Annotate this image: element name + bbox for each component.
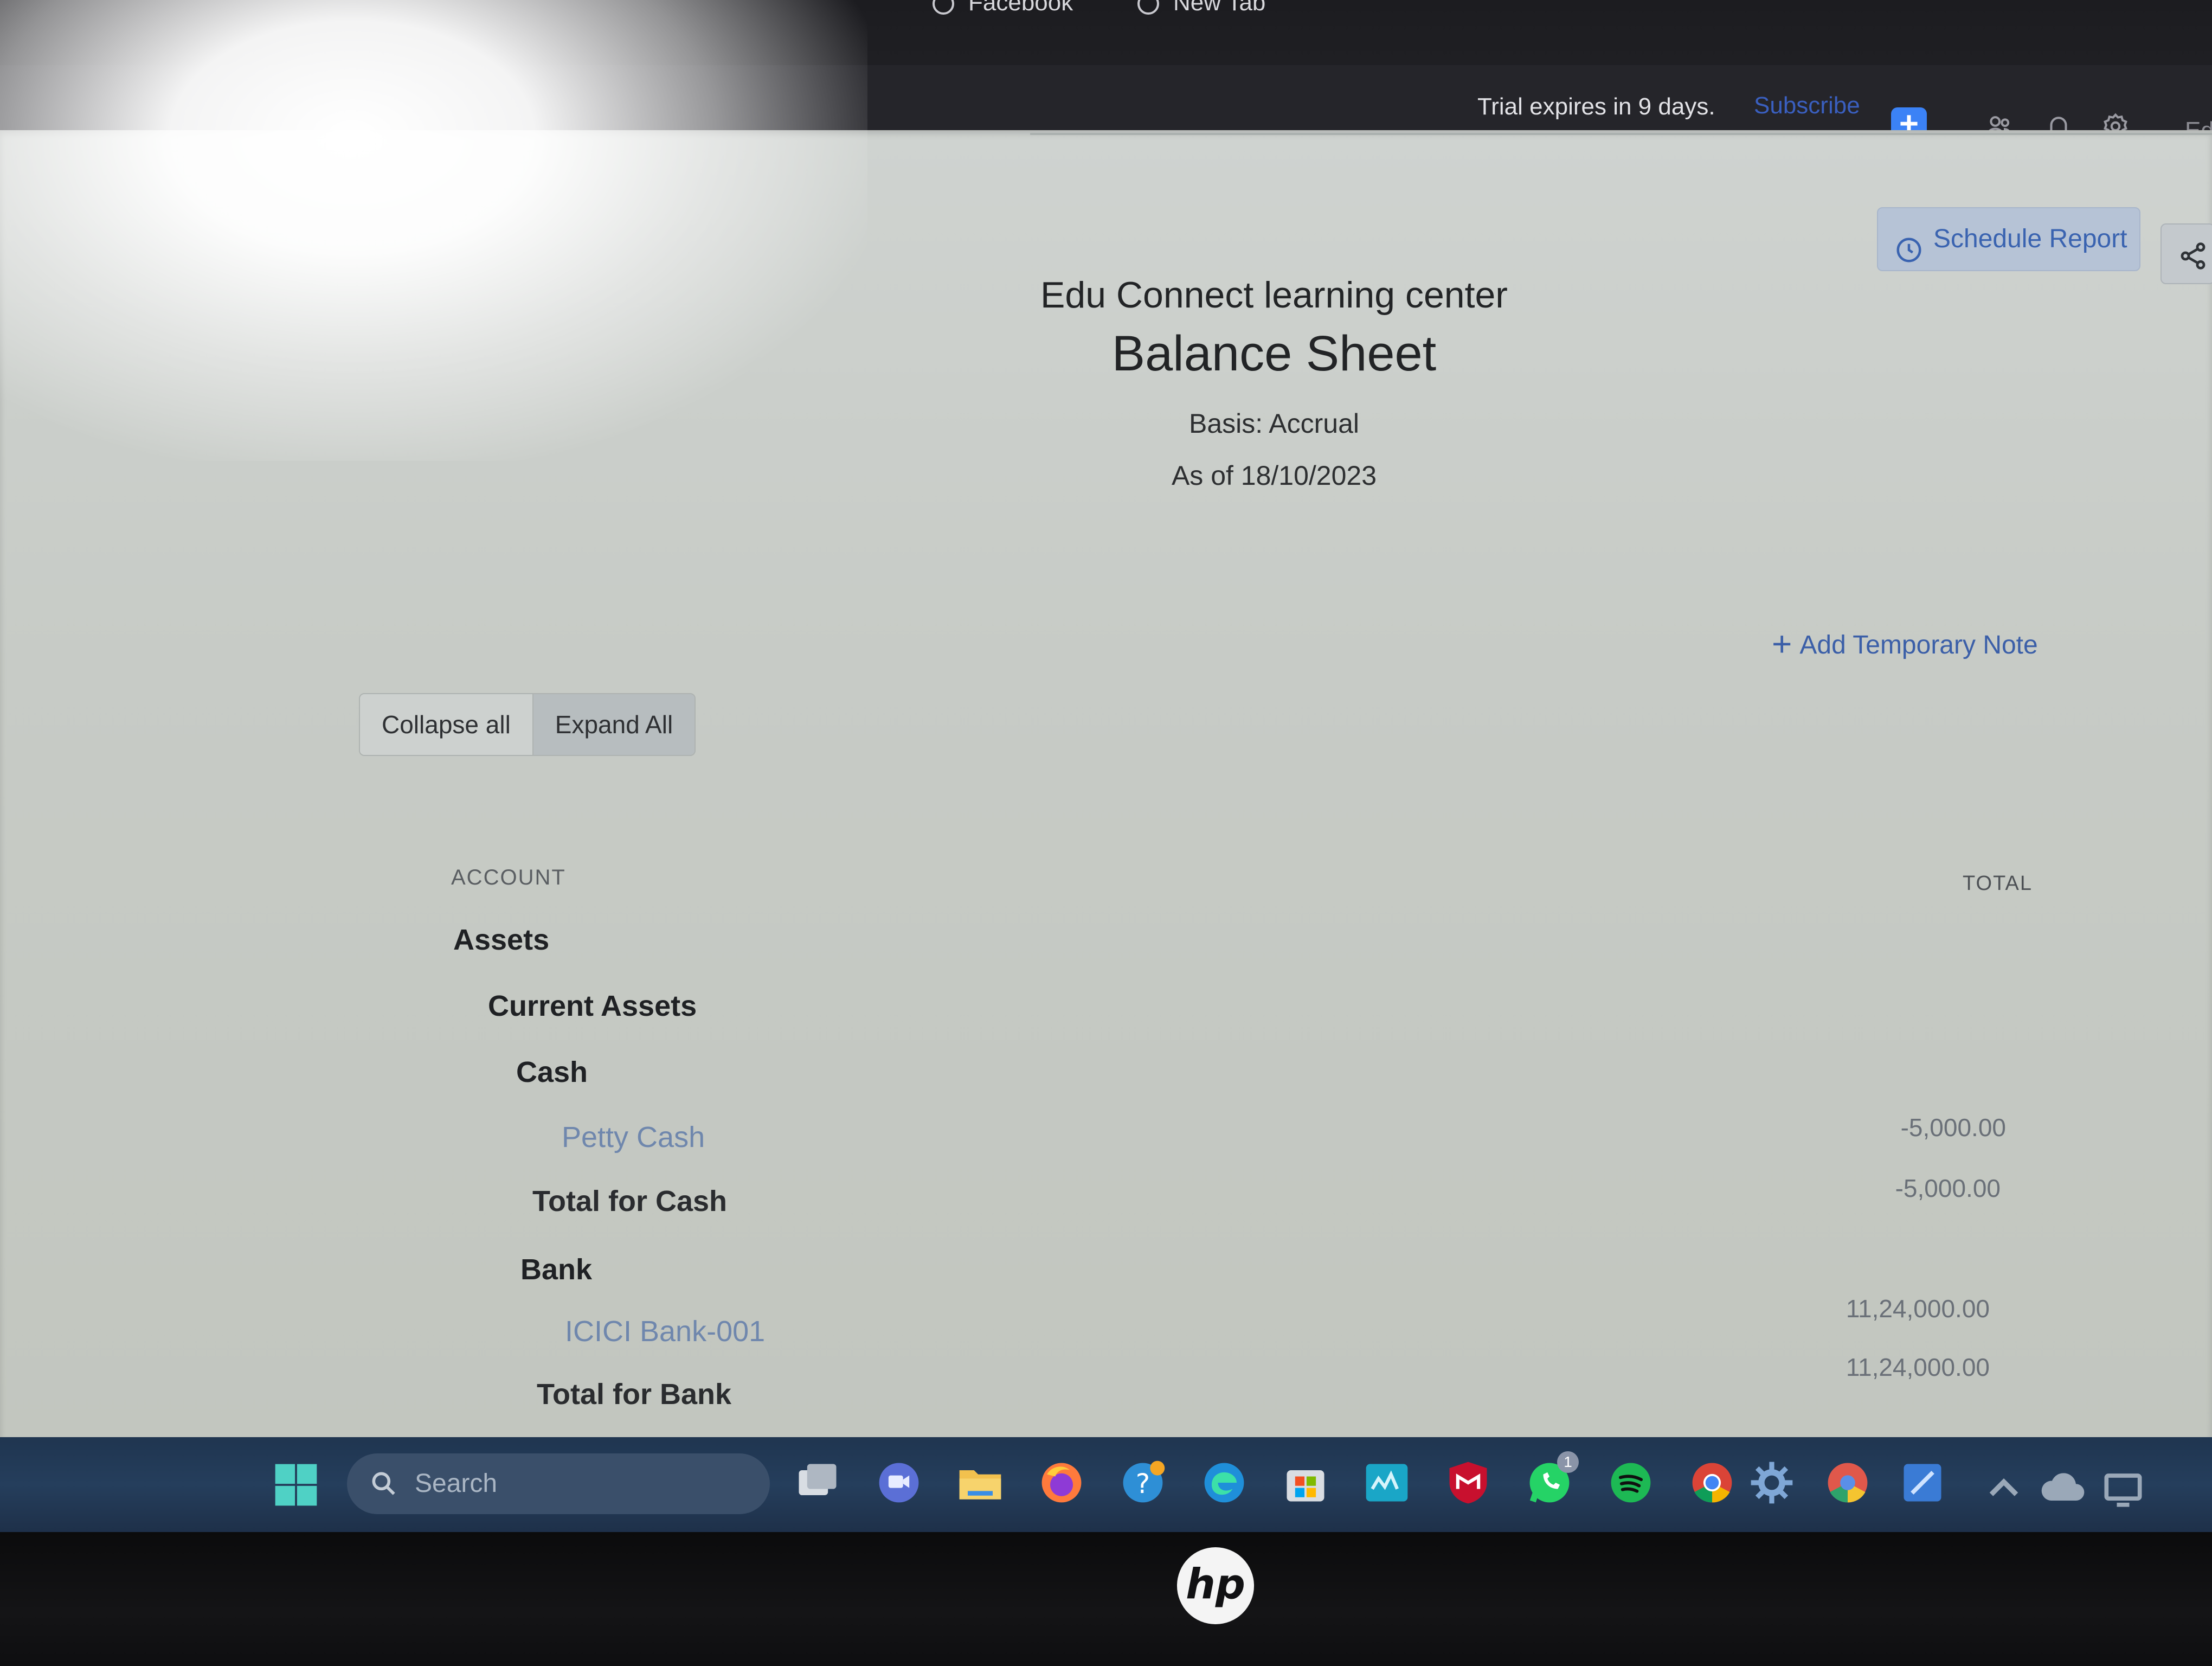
plus-icon: +: [1772, 624, 1792, 663]
column-header-total: TOTAL: [1963, 872, 2033, 895]
account-link-petty-cash[interactable]: Petty Cash: [562, 1120, 705, 1154]
clock-icon: [1894, 226, 1924, 262]
mylo-app-icon[interactable]: [1362, 1458, 1412, 1508]
teams-chat-icon[interactable]: [874, 1458, 924, 1508]
microsoft-store-icon[interactable]: [1281, 1458, 1330, 1508]
report-date: As of 18/10/2023: [1171, 460, 1377, 491]
expand-all-button[interactable]: Expand All: [533, 694, 695, 755]
whatsapp-icon[interactable]: 1: [1525, 1451, 1579, 1508]
row-total-for-cash: Total for Cash: [532, 1185, 728, 1218]
report-basis: Basis: Accrual: [1188, 408, 1359, 439]
column-header-account: ACCOUNT: [451, 866, 566, 889]
amount-petty-cash: -5,000.00: [1900, 1113, 2006, 1142]
amount-total-bank: 11,24,000.00: [1846, 1353, 1990, 1381]
toolbar-divider: [1030, 133, 2212, 135]
search-placeholder: Search: [415, 1469, 498, 1498]
windows-start-button[interactable]: [271, 1460, 321, 1510]
svg-text:?: ?: [1136, 1468, 1150, 1500]
taskbar-search-box[interactable]: Search: [347, 1453, 770, 1514]
account-link-icici-bank[interactable]: ICICI Bank-001: [565, 1315, 765, 1348]
network-icon[interactable]: [2098, 1463, 2142, 1507]
file-explorer-icon[interactable]: [955, 1458, 1005, 1508]
share-icon: [2181, 242, 2205, 270]
row-cash[interactable]: Cash: [516, 1055, 588, 1089]
monitor-bezel: [0, 1532, 2212, 1666]
cloud-icon[interactable]: [2039, 1463, 2085, 1501]
row-total-for-bank: Total for Bank: [537, 1378, 732, 1411]
browser-tab-new-tab[interactable]: New Tab: [1137, 0, 1265, 22]
windows-taskbar: Search ? 1: [0, 1437, 2212, 1532]
add-temporary-note-button[interactable]: + Add Temporary Note: [1772, 624, 2038, 664]
spotify-icon[interactable]: [1606, 1458, 1656, 1508]
chrome-profile-icon[interactable]: [1823, 1458, 1873, 1508]
settings-icon[interactable]: [1747, 1458, 1797, 1508]
organization-name: Edu Connect learning center: [1040, 274, 1508, 316]
collapse-all-button[interactable]: Collapse all: [360, 694, 533, 755]
expand-collapse-toggle: Collapse all Expand All: [359, 693, 696, 756]
svg-text:hp: hp: [1186, 1561, 1245, 1609]
help-icon[interactable]: ?: [1118, 1458, 1168, 1508]
hp-logo: hp: [1175, 1546, 1256, 1626]
row-assets[interactable]: Assets: [453, 923, 549, 957]
notification-badge: 1: [1557, 1451, 1579, 1473]
firefox-icon[interactable]: [1037, 1458, 1086, 1508]
screen-photo: Facebook New Tab Trial expires in 9 days…: [0, 0, 2212, 1666]
schedule-report-button[interactable]: Schedule Report: [1877, 207, 2140, 271]
globe-icon: [1137, 0, 1159, 15]
globe-icon: [933, 0, 954, 15]
row-bank[interactable]: Bank: [520, 1253, 592, 1286]
mcafee-icon[interactable]: [1443, 1458, 1493, 1508]
trial-notice: Trial expires in 9 days.: [1477, 93, 1715, 120]
chevron-up-icon[interactable]: [1979, 1463, 2018, 1496]
report-title: Balance Sheet: [1111, 326, 1437, 381]
chrome-icon[interactable]: [1687, 1458, 1737, 1508]
row-current-assets[interactable]: Current Assets: [488, 989, 697, 1023]
amount-icici-bank: 11,24,000.00: [1846, 1295, 1990, 1323]
search-icon: [372, 1472, 395, 1495]
subscribe-link[interactable]: Subscribe: [1754, 92, 1860, 119]
browser-tab-facebook[interactable]: Facebook: [933, 0, 1073, 22]
edge-icon[interactable]: [1199, 1458, 1249, 1508]
amount-total-cash: -5,000.00: [1895, 1174, 2001, 1202]
task-view-icon[interactable]: [793, 1458, 843, 1508]
app-icon[interactable]: [1898, 1458, 1947, 1508]
